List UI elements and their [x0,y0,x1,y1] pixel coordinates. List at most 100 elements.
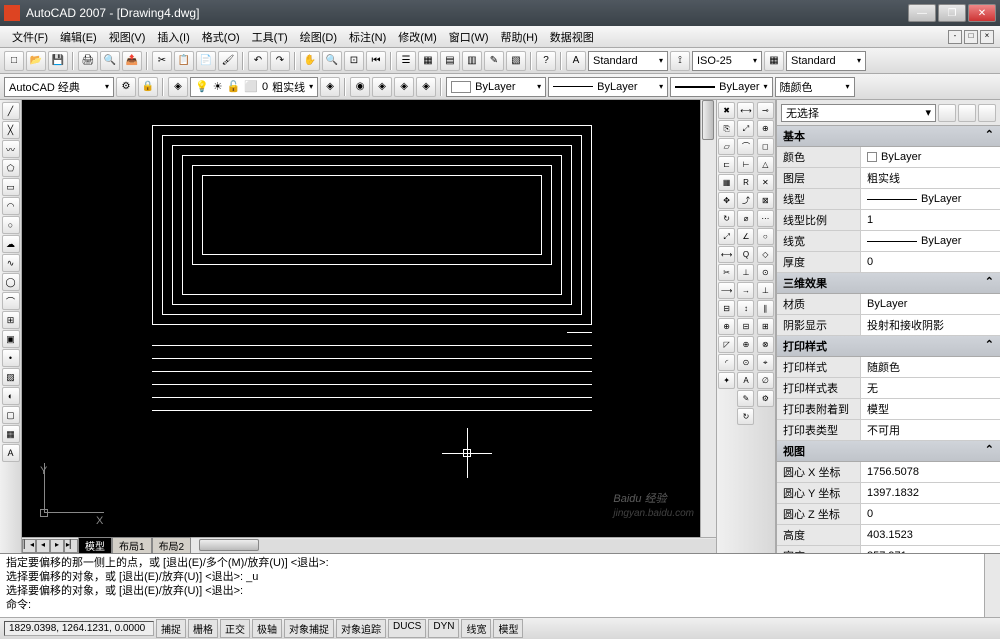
tolerance-tool[interactable]: ⊕ [737,336,754,353]
lineweight-combo[interactable]: ByLayer▾ [670,77,772,97]
scale-tool[interactable]: ⤢ [718,228,735,245]
rectangle-tool[interactable]: ▭ [2,178,20,196]
dim-baseline-tool[interactable]: ⊥ [737,264,754,281]
table-style-combo[interactable]: Standard▾ [786,51,866,71]
join-tool[interactable]: ⊕ [718,318,735,335]
vertical-scrollbar[interactable] [700,100,716,537]
prop-value[interactable]: ByLayer [861,294,1000,314]
paste-button[interactable]: 📄 [196,51,216,71]
status-toggle-5[interactable]: 对象追踪 [336,619,386,638]
table-style-icon[interactable]: ▦ [764,51,784,71]
menu-help[interactable]: 帮助(H) [495,27,544,47]
menu-modify[interactable]: 修改(M) [392,27,443,47]
arc-tool[interactable]: ◠ [2,197,20,215]
prop-group-threeD[interactable]: 三维效果⌃ [777,273,1000,294]
prop-value[interactable]: 投射和接收阴影 [861,315,1000,335]
design-center-button[interactable]: ▦ [418,51,438,71]
plot-preview-button[interactable]: 🔍 [100,51,120,71]
tab-layout2[interactable]: 布局2 [152,537,192,554]
prop-value[interactable]: 403.1523 [861,525,1000,545]
linetype-combo[interactable]: ByLayer▾ [548,77,668,97]
menu-window[interactable]: 窗口(W) [443,27,495,47]
menu-tools[interactable]: 工具(T) [246,27,294,47]
prop-row[interactable]: 圆心 Z 坐标0 [777,504,1000,525]
prop-value[interactable]: 粗实线 [861,168,1000,188]
dim-break-tool[interactable]: ⊟ [737,318,754,335]
region-tool[interactable]: ▢ [2,406,20,424]
prop-row[interactable]: 打印样式随颜色 [777,357,1000,378]
revcloud-tool[interactable]: ☁ [2,235,20,253]
plot-button[interactable]: 🖨 [78,51,98,71]
prop-value[interactable]: 随颜色 [861,357,1000,377]
help-button[interactable]: ? [536,51,556,71]
open-button[interactable]: 📂 [26,51,46,71]
layer-match-button[interactable]: ◈ [372,77,392,97]
snap-from-tool[interactable]: ⊕ [757,120,774,137]
tab-model[interactable]: 模型 [78,537,112,554]
color-combo[interactable]: ByLayer▾ [446,77,546,97]
dim-diameter-tool[interactable]: ⌀ [737,210,754,227]
layer-states-button[interactable]: ◈ [416,77,436,97]
prop-row[interactable]: 打印表类型不可用 [777,420,1000,441]
layer-props-button[interactable]: ◈ [168,77,188,97]
snap-none-tool[interactable]: ∅ [757,372,774,389]
center-mark-tool[interactable]: ⊙ [737,354,754,371]
prop-value[interactable]: 无 [861,378,1000,398]
dim-angular-tool[interactable]: ∠ [737,228,754,245]
maximize-button[interactable]: ❐ [938,4,966,22]
text-style-combo[interactable]: Standard▾ [588,51,668,71]
properties-button[interactable]: ☰ [396,51,416,71]
dim-edit-tool[interactable]: A [737,372,754,389]
mirror-tool[interactable]: ▱ [718,138,735,155]
cmd-scrollbar[interactable] [984,554,1000,617]
temp-track-tool[interactable]: ⊸ [757,102,774,119]
menu-file[interactable]: 文件(F) [6,27,54,47]
tab-nav-first[interactable]: ▏◂ [22,539,36,553]
layer-combo[interactable]: 💡☀🔓⬜ 0 粗实线▾ [190,77,318,97]
dim-arc-tool[interactable]: ⌒ [737,138,754,155]
prop-row[interactable]: 线宽ByLayer [777,231,1000,252]
tool-palettes-button[interactable]: ▤ [440,51,460,71]
prop-row[interactable]: 圆心 Y 坐标1397.1832 [777,483,1000,504]
mtext-tool[interactable]: A [2,444,20,462]
prop-row[interactable]: 圆心 X 坐标1756.5078 [777,462,1000,483]
prop-row[interactable]: 阴影显示投射和接收阴影 [777,315,1000,336]
ellipse-arc-tool[interactable]: ⌒ [2,292,20,310]
sheet-set-button[interactable]: ▥ [462,51,482,71]
erase-tool[interactable]: ✖ [718,102,735,119]
pan-button[interactable]: ✋ [300,51,320,71]
tab-layout1[interactable]: 布局1 [112,537,152,554]
selection-combo[interactable]: 无选择▾ [781,104,936,122]
dim-ordinate-tool[interactable]: ⊢ [737,156,754,173]
copy-button[interactable]: 📋 [174,51,194,71]
prop-group-basic[interactable]: 基本⌃ [777,126,1000,147]
dim-linear-tool[interactable]: ⟷ [737,102,754,119]
workspace-settings-button[interactable]: ⚙ [116,77,136,97]
menu-draw[interactable]: 绘图(D) [294,27,343,47]
prop-value[interactable]: 1756.5078 [861,462,1000,482]
layer-iso-button[interactable]: ◈ [394,77,414,97]
polygon-tool[interactable]: ⬠ [2,159,20,177]
save-button[interactable]: 💾 [48,51,68,71]
prop-row[interactable]: 宽度857.971 [777,546,1000,553]
status-toggle-1[interactable]: 栅格 [188,619,218,638]
prop-value[interactable]: 1397.1832 [861,483,1000,503]
cmd-prompt[interactable]: 命令: [6,598,978,612]
offset-tool[interactable]: ⊏ [718,156,735,173]
tab-nav-prev[interactable]: ◂ [36,539,50,553]
tab-nav-last[interactable]: ▸▏ [64,539,78,553]
point-tool[interactable]: • [2,349,20,367]
doc-minimize-button[interactable]: - [948,30,962,44]
snap-center-tool[interactable]: ○ [757,228,774,245]
menu-dataview[interactable]: 数据视图 [544,27,600,47]
line-tool[interactable]: ╱ [2,102,20,120]
model-viewport[interactable]: Y X Baidu 经验 jingyan.baidu.com [22,100,700,537]
polyline-tool[interactable]: 〰 [2,140,20,158]
prop-value[interactable]: 0 [861,252,1000,272]
markup-button[interactable]: ✎ [484,51,504,71]
horizontal-scrollbar[interactable] [199,539,716,553]
prop-value[interactable]: ByLayer [861,231,1000,251]
make-current-button[interactable]: ◉ [350,77,370,97]
spline-tool[interactable]: ∿ [2,254,20,272]
table-tool[interactable]: ▦ [2,425,20,443]
